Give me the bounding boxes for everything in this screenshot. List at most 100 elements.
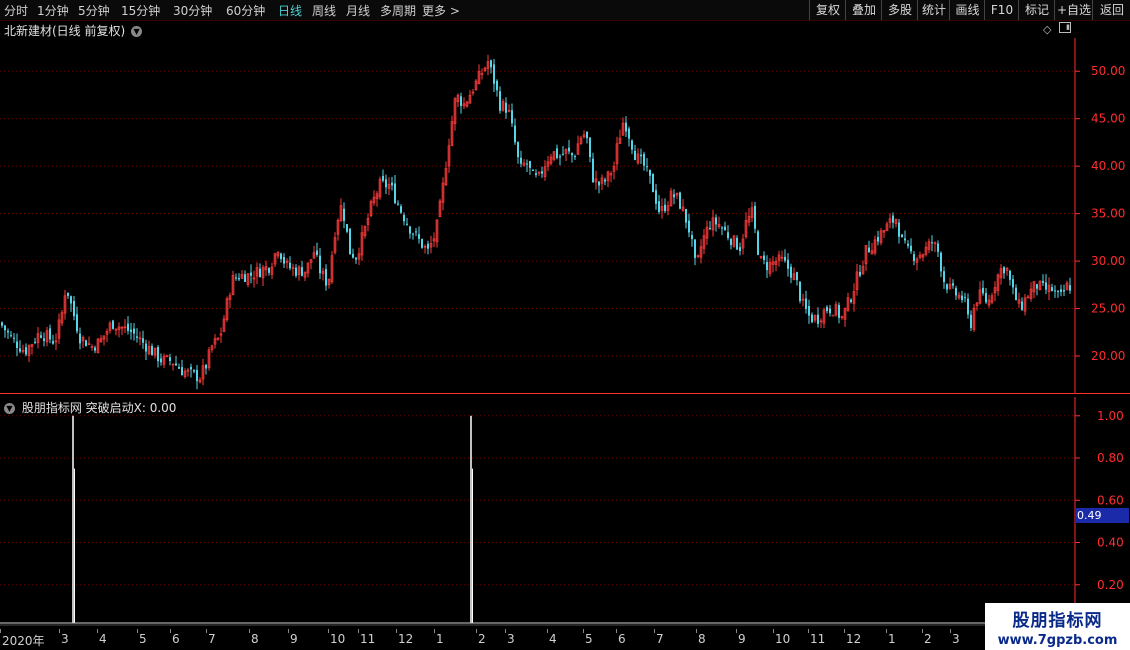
candle-body [25,347,27,355]
indicator-tick-label: 0.40 [1097,536,1124,550]
period-tab-daily[interactable]: 日线 [278,2,302,19]
restore-rights-button[interactable]: 复权 [809,0,846,20]
candle-body [151,346,153,356]
candle-body [1015,287,1017,301]
statistics-button[interactable]: 统计 [917,0,950,20]
period-tab-5min[interactable]: 5分钟 [78,2,110,19]
candle-body [346,224,348,232]
period-tab-60min[interactable]: 60分钟 [226,2,265,19]
date-tick [476,629,477,633]
candle-body [817,314,819,324]
candle-body [940,252,942,272]
candle-body [301,267,303,276]
candlestick-chart: 50.00 45.00 40.00 35.00 30.00 25.00 20.00 [0,38,1130,394]
candle-body [640,154,642,157]
candle-body [535,173,537,175]
date-tick [616,629,617,633]
candle-body [685,208,687,223]
f10-button[interactable]: F10 [984,0,1019,20]
candle-body [268,268,270,273]
candle-body [79,333,81,344]
candle-body [415,231,417,233]
candle-body [169,357,171,361]
candle-body [715,217,717,225]
more-periods-menu[interactable]: 更多 > [422,2,460,19]
price-tick-label: 45.00 [1091,112,1125,126]
period-tab-15min[interactable]: 15分钟 [121,2,160,19]
candle-body [178,366,180,369]
candle-body [1042,281,1044,283]
candle-body [831,314,835,317]
period-tab-weekly[interactable]: 周线 [312,2,336,19]
candle-body [490,60,492,68]
candle-body [910,245,912,252]
candle-body [937,243,939,252]
candle-body [763,255,765,260]
candle-body [289,262,291,269]
candle-body [133,328,135,334]
panel-toggle-icon[interactable]: ▮ [1059,22,1071,33]
candle-body [49,328,51,340]
candle-body [295,267,297,276]
candle-body [1057,291,1059,293]
title-dropdown-icon[interactable]: ▼ [131,26,143,37]
price-tick-label: 40.00 [1091,159,1125,173]
candle-body [739,247,741,252]
date-tick [137,629,138,633]
candle-body [352,253,354,258]
candle-body [397,203,399,205]
date-tick-label: 3 [507,632,515,646]
date-tick [547,629,548,633]
candle-body [679,192,681,209]
period-tab-fenshi[interactable]: 分时 [4,2,28,19]
date-tick-label: 6 [618,632,626,646]
multi-stock-button[interactable]: 多股 [881,0,918,20]
diamond-icon[interactable]: ◇ [1043,23,1051,36]
candle-body [259,268,261,277]
date-tick [434,629,435,633]
candle-body [574,156,576,158]
overlay-button[interactable]: 叠加 [845,0,882,20]
candle-body [409,226,411,234]
candle-body [1009,270,1011,280]
period-tab-1min[interactable]: 1分钟 [37,2,69,19]
candle-body [730,239,732,245]
candle-body [319,255,321,274]
period-tab-multi[interactable]: 多周期 [380,2,416,19]
date-tick [950,629,951,633]
date-tick-label: 9 [290,632,298,646]
back-button[interactable]: 返回 [1092,0,1130,20]
candle-body [145,343,147,352]
candle-body [1021,301,1023,310]
candle-body [157,346,159,362]
candle-body [532,169,534,171]
candle-body [625,122,627,132]
date-tick [886,629,887,633]
date-tick [249,629,250,633]
date-tick-label: 5 [585,632,593,646]
date-tick [396,629,397,633]
mark-button[interactable]: 标记 [1018,0,1055,20]
candle-body [1,322,3,326]
candle-body [43,338,45,341]
candle-body [136,336,138,338]
period-tab-30min[interactable]: 30分钟 [173,2,212,19]
candle-body [859,271,861,276]
period-tab-monthly[interactable]: 月线 [346,2,370,19]
candle-body [754,205,756,229]
candle-body [736,237,738,250]
add-favorite-button[interactable]: +自选 [1054,0,1093,20]
date-tick [808,629,809,633]
indicator-chart: 1.00 0.80 0.60 0.40 0.20 [0,397,1124,630]
watermark-title: 股朋指标网 [1012,611,1103,631]
candle-body [391,182,393,186]
price-tick-label: 20.00 [1091,349,1125,363]
draw-line-button[interactable]: 画线 [949,0,985,20]
site-watermark: 股朋指标网 www.7gpzb.com [985,603,1130,650]
candle-body [826,306,828,311]
candle-body [952,283,954,286]
candle-body [868,247,870,253]
candle-body [787,259,789,269]
candle-body [52,341,54,344]
price-tick-label: 35.00 [1091,207,1125,221]
